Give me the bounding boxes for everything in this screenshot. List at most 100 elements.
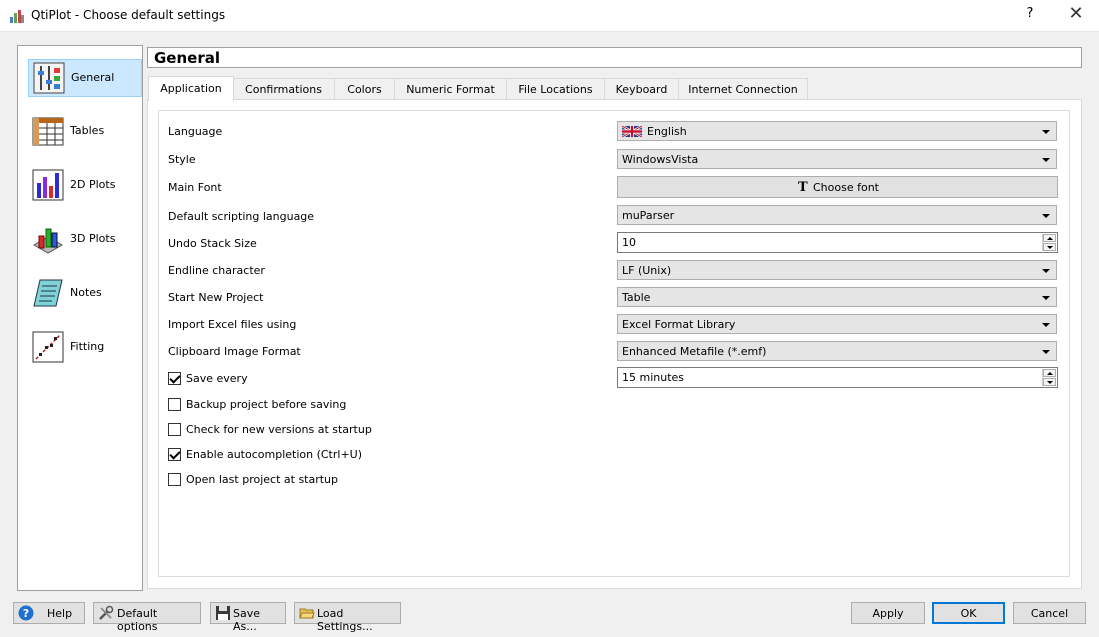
check-versions-label: Check for new versions at startup	[186, 423, 372, 436]
table-icon	[32, 117, 64, 146]
sidebar-item-label: Notes	[70, 286, 102, 299]
sidebar-item-fitting[interactable]: Fitting	[28, 329, 140, 365]
clipboard-format-label: Clipboard Image Format	[168, 345, 301, 358]
endline-select[interactable]: LF (Unix)	[617, 260, 1057, 280]
notes-icon	[33, 279, 63, 307]
ok-label: OK	[960, 607, 977, 620]
spin-buttons	[1042, 234, 1056, 251]
apply-button[interactable]: Apply	[851, 602, 925, 624]
sidebar-item-3d-plots[interactable]: 3D Plots	[28, 221, 140, 257]
choose-font-label: Choose font	[813, 181, 879, 194]
bar-chart-3d-icon	[32, 228, 64, 254]
spin-up-button[interactable]	[1043, 234, 1056, 242]
default-options-label: Default options	[117, 607, 158, 633]
tab-numeric-format[interactable]: Numeric Format	[394, 78, 507, 100]
save-icon	[216, 606, 230, 620]
ok-button[interactable]: OK	[932, 602, 1005, 624]
language-value: English	[647, 125, 687, 138]
backup-project-checkbox[interactable]	[168, 398, 181, 411]
undo-stack-value: 10	[622, 236, 636, 249]
chevron-down-icon	[1042, 350, 1050, 354]
save-every-label: Save every	[186, 372, 248, 385]
panel-title: General	[147, 47, 1082, 68]
tab-colors[interactable]: Colors	[334, 78, 395, 100]
save-as-label: Save As...	[233, 607, 261, 633]
start-project-value: Table	[622, 291, 651, 304]
save-as-button[interactable]: Save As...	[210, 602, 286, 633]
scripting-language-label: Default scripting language	[168, 210, 315, 223]
save-every-checkbox[interactable]	[168, 372, 181, 385]
endline-label: Endline character	[168, 264, 265, 277]
undo-stack-label: Undo Stack Size	[168, 237, 257, 250]
chevron-down-icon	[1042, 214, 1050, 218]
window-title: QtiPlot - Choose default settings	[31, 8, 226, 22]
bar-chart-2d-icon	[32, 169, 64, 201]
load-settings-button[interactable]: Load Settings...	[294, 602, 401, 633]
sidebar-item-label: 2D Plots	[70, 178, 116, 191]
sidebar-item-label: General	[71, 71, 115, 84]
language-select[interactable]: English	[617, 121, 1057, 141]
sidebar-item-2d-plots[interactable]: 2D Plots	[28, 167, 140, 203]
choose-font-button[interactable]: T Choose font	[617, 176, 1058, 198]
spin-down-button[interactable]	[1043, 243, 1056, 251]
font-icon: T	[798, 180, 808, 195]
close-button[interactable]: ✕	[1066, 3, 1086, 27]
uk-flag-icon	[622, 126, 642, 137]
tab-application[interactable]: Application	[148, 76, 234, 101]
scripting-language-select[interactable]: muParser	[617, 205, 1057, 225]
import-excel-select[interactable]: Excel Format Library	[617, 314, 1057, 334]
cancel-button[interactable]: Cancel	[1013, 602, 1086, 624]
tab-internet-connection[interactable]: Internet Connection	[678, 78, 808, 100]
help-icon: ?	[18, 605, 34, 621]
main-font-label: Main Font	[168, 181, 222, 194]
chevron-down-icon	[1042, 323, 1050, 327]
clipboard-format-value: Enhanced Metafile (*.emf)	[622, 345, 767, 358]
spin-buttons	[1042, 369, 1056, 386]
endline-value: LF (Unix)	[622, 264, 672, 277]
autocompletion-checkbox[interactable]	[168, 448, 181, 461]
spin-down-button[interactable]	[1043, 378, 1056, 386]
style-value: WindowsVista	[622, 153, 699, 166]
sidebar-item-label: Fitting	[70, 340, 105, 353]
style-select[interactable]: WindowsVista	[617, 149, 1057, 169]
fitting-icon	[32, 331, 64, 363]
save-interval-spinbox[interactable]: 15 minutes	[617, 367, 1058, 388]
start-project-label: Start New Project	[168, 291, 264, 304]
cancel-label: Cancel	[1030, 607, 1069, 620]
open-last-project-checkbox[interactable]	[168, 473, 181, 486]
load-settings-label: Load Settings...	[317, 607, 373, 633]
apply-label: Apply	[872, 607, 904, 620]
default-options-button[interactable]: Default options	[93, 602, 201, 633]
folder-open-icon	[299, 608, 315, 619]
clipboard-format-select[interactable]: Enhanced Metafile (*.emf)	[617, 341, 1057, 361]
import-excel-label: Import Excel files using	[168, 318, 297, 331]
help-label: Help	[47, 607, 73, 620]
help-button[interactable]: ? Help	[13, 602, 85, 624]
import-excel-value: Excel Format Library	[622, 318, 736, 331]
panel-title-text: General	[154, 49, 220, 67]
start-project-select[interactable]: Table	[617, 287, 1057, 307]
open-last-project-label: Open last project at startup	[186, 473, 339, 486]
qtiplot-app-icon	[10, 10, 24, 23]
chevron-down-icon	[1042, 296, 1050, 300]
chevron-down-icon	[1042, 269, 1050, 273]
category-list: General Tables 2D Plots 3D Plots Notes F…	[17, 45, 143, 591]
check-versions-checkbox[interactable]	[168, 423, 181, 436]
spin-up-button[interactable]	[1043, 369, 1056, 377]
tab-file-locations[interactable]: File Locations	[506, 78, 605, 100]
sidebar-item-general[interactable]: General	[28, 59, 142, 97]
tab-keyboard[interactable]: Keyboard	[604, 78, 679, 100]
scripting-language-value: muParser	[622, 209, 675, 222]
tab-confirmations[interactable]: Confirmations	[232, 78, 335, 100]
chevron-down-icon	[1042, 130, 1050, 134]
sidebar-item-label: 3D Plots	[70, 232, 116, 245]
sidebar-item-tables[interactable]: Tables	[28, 113, 140, 149]
backup-project-label: Backup project before saving	[186, 398, 347, 411]
context-help-button[interactable]: ?	[1022, 6, 1038, 24]
sidebar-item-label: Tables	[70, 124, 105, 137]
undo-stack-spinbox[interactable]: 10	[617, 232, 1058, 253]
chevron-down-icon	[1042, 158, 1050, 162]
tools-icon	[99, 605, 114, 620]
general-settings-icon	[33, 62, 65, 94]
sidebar-item-notes[interactable]: Notes	[28, 275, 140, 311]
